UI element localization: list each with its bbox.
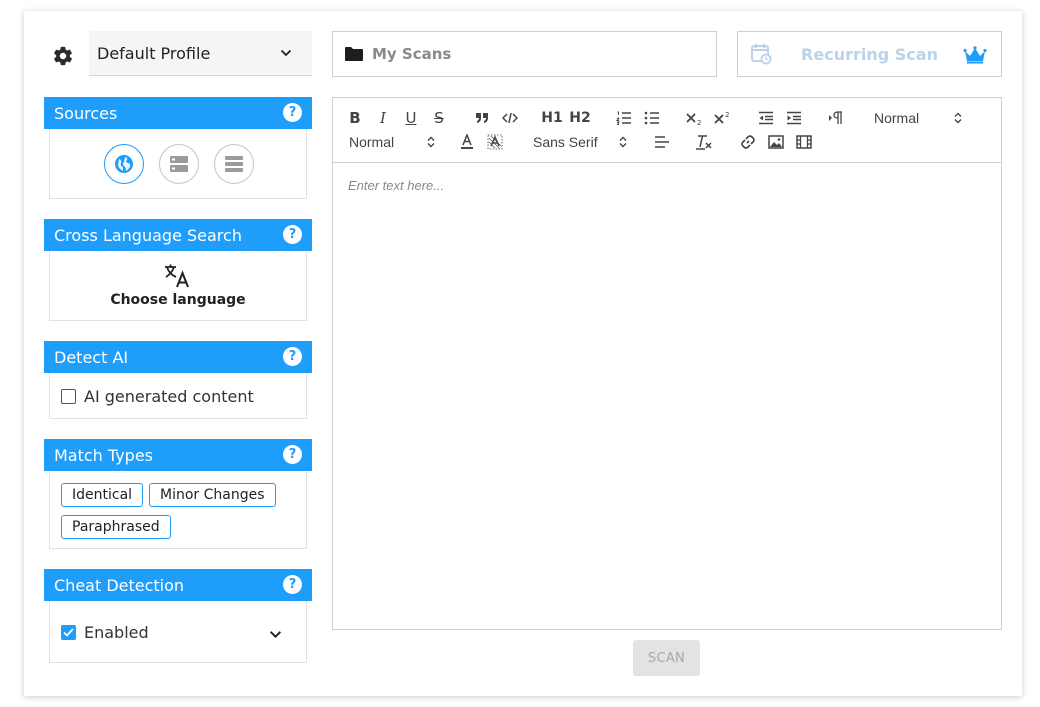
globe-icon (115, 155, 133, 173)
crown-icon (963, 46, 987, 64)
updown-arrow-icon (954, 112, 962, 124)
italic-icon[interactable]: I (375, 108, 391, 128)
cheat-detection-checkbox-box[interactable] (61, 625, 76, 640)
text-color-icon[interactable] (459, 132, 475, 152)
updown-arrow-icon (619, 136, 627, 148)
sources-help-icon[interactable]: ? (283, 103, 302, 122)
ai-content-checkbox-box[interactable] (61, 389, 76, 404)
detect-ai-body: AI generated content (49, 373, 307, 419)
choose-language-button[interactable]: Choose language (49, 251, 307, 321)
link-icon[interactable] (739, 132, 757, 152)
match-types-header: Match Types ? (44, 439, 312, 471)
underline-icon[interactable]: U (403, 108, 419, 128)
scan-button[interactable]: SCAN (633, 640, 700, 676)
checkmark-icon (63, 628, 74, 637)
cheat-detection-body: Enabled (49, 601, 307, 663)
main-card: Default Profile Sources ? Cross Language… (24, 11, 1022, 696)
svg-text:2: 2 (725, 111, 729, 119)
sources-header: Sources ? (44, 97, 312, 129)
clear-format-icon[interactable] (695, 132, 713, 152)
list-icon (225, 156, 243, 172)
video-icon[interactable] (795, 132, 813, 152)
cheat-detection-header: Cheat Detection ? (44, 569, 312, 601)
cross-language-header: Cross Language Search ? (44, 219, 312, 251)
chevron-down-icon[interactable] (269, 628, 282, 641)
cross-language-help-icon[interactable]: ? (283, 225, 302, 244)
match-types-help-icon[interactable]: ? (283, 445, 302, 464)
detect-ai-header: Detect AI ? (44, 341, 312, 373)
match-type-identical[interactable]: Identical (61, 483, 144, 507)
my-scans-label: My Scans (372, 45, 452, 63)
ai-content-checkbox-label: AI generated content (84, 387, 254, 406)
heading-2-button[interactable]: H2 (569, 108, 591, 128)
updown-arrow-icon (427, 136, 435, 148)
ai-content-checkbox[interactable]: AI generated content (61, 387, 254, 406)
editor-toolbar: B I U S H1 H2 2 2 Normal Normal Sans Ser… (333, 98, 1001, 163)
cheat-detection-checkbox-label: Enabled (84, 623, 149, 642)
size-select-value: Normal (349, 134, 395, 150)
header-select-value: Normal (874, 110, 920, 126)
source-repository-button[interactable] (214, 144, 254, 184)
indent-icon[interactable] (785, 108, 803, 128)
subscript-icon[interactable]: 2 (685, 108, 705, 128)
font-select-value: Sans Serif (533, 134, 598, 150)
editor-text-area[interactable]: Enter text here... (333, 164, 1001, 629)
sources-body (49, 129, 307, 199)
superscript-icon[interactable]: 2 (713, 108, 733, 128)
cheat-detection-checkbox[interactable]: Enabled (61, 623, 149, 642)
strikethrough-icon[interactable]: S (431, 108, 447, 128)
translate-icon (165, 264, 189, 288)
ordered-list-icon[interactable] (615, 108, 633, 128)
text-direction-icon[interactable] (827, 108, 845, 128)
font-select[interactable]: Sans Serif (533, 132, 627, 152)
recurring-scan-label: Recurring Scan (801, 45, 938, 64)
background-color-icon[interactable] (487, 132, 503, 152)
bold-icon[interactable]: B (347, 108, 363, 128)
recurring-scan-button[interactable]: Recurring Scan (737, 31, 1002, 77)
match-types-body: Identical Minor Changes Paraphrased (49, 471, 307, 549)
outdent-icon[interactable] (757, 108, 775, 128)
size-select[interactable]: Normal (349, 132, 435, 152)
cheat-detection-help-icon[interactable]: ? (283, 575, 302, 594)
detect-ai-help-icon[interactable]: ? (283, 347, 302, 366)
sources-title: Sources (54, 103, 118, 123)
blockquote-icon[interactable] (473, 108, 491, 128)
text-editor: B I U S H1 H2 2 2 Normal Normal Sans Ser… (332, 97, 1002, 630)
chevron-down-icon (280, 49, 292, 57)
choose-language-label: Choose language (110, 292, 246, 308)
svg-text:2: 2 (697, 119, 701, 125)
heading-1-button[interactable]: H1 (541, 108, 563, 128)
source-database-button[interactable] (159, 144, 199, 184)
cheat-detection-title: Cheat Detection (54, 575, 185, 595)
header-select[interactable]: Normal (874, 108, 962, 128)
profile-select[interactable]: Default Profile (89, 31, 312, 76)
folder-icon (345, 47, 363, 61)
gear-icon[interactable] (52, 45, 74, 67)
match-type-paraphrased[interactable]: Paraphrased (61, 515, 171, 539)
cross-language-title: Cross Language Search (54, 225, 242, 245)
align-left-icon[interactable] (653, 132, 671, 152)
bullet-list-icon[interactable] (643, 108, 661, 128)
code-icon[interactable] (501, 108, 519, 128)
my-scans-button[interactable]: My Scans (332, 31, 717, 77)
detect-ai-title: Detect AI (54, 347, 129, 367)
profile-select-value: Default Profile (97, 43, 211, 63)
match-type-minor-changes[interactable]: Minor Changes (149, 483, 276, 507)
database-icon (170, 156, 188, 172)
image-icon[interactable] (767, 132, 785, 152)
editor-placeholder: Enter text here... (348, 178, 445, 193)
match-types-title: Match Types (54, 445, 153, 465)
source-internet-button[interactable] (104, 144, 144, 184)
